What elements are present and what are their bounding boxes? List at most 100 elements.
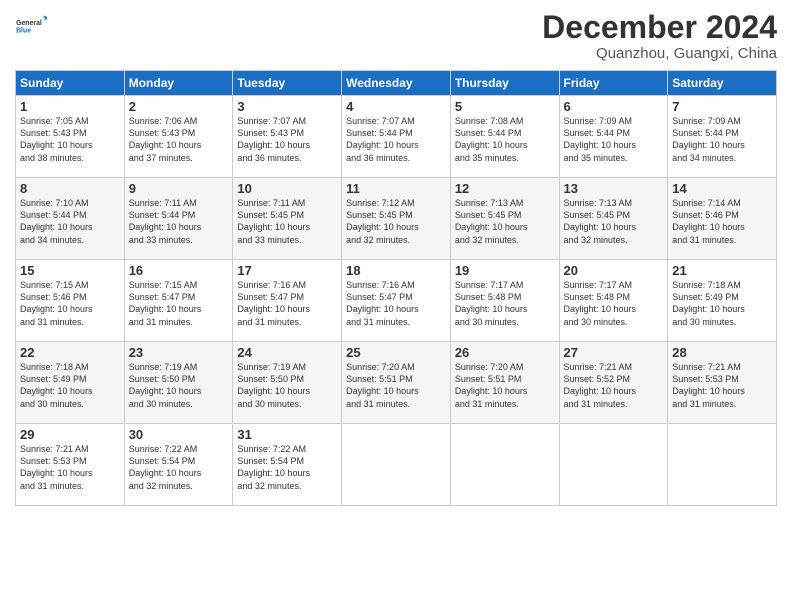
day-info: Sunrise: 7:18 AMSunset: 5:49 PMDaylight:… — [672, 279, 772, 328]
day-info: Sunrise: 7:11 AMSunset: 5:44 PMDaylight:… — [129, 197, 229, 246]
day-number: 5 — [455, 99, 555, 114]
table-row: 17Sunrise: 7:16 AMSunset: 5:47 PMDayligh… — [233, 260, 342, 342]
logo-svg: General Blue — [15, 10, 47, 42]
day-info: Sunrise: 7:19 AMSunset: 5:50 PMDaylight:… — [129, 361, 229, 410]
day-number: 26 — [455, 345, 555, 360]
day-number: 1 — [20, 99, 120, 114]
day-info: Sunrise: 7:12 AMSunset: 5:45 PMDaylight:… — [346, 197, 446, 246]
table-row — [342, 424, 451, 506]
day-info: Sunrise: 7:20 AMSunset: 5:51 PMDaylight:… — [346, 361, 446, 410]
day-number: 19 — [455, 263, 555, 278]
table-row: 16Sunrise: 7:15 AMSunset: 5:47 PMDayligh… — [124, 260, 233, 342]
day-info: Sunrise: 7:21 AMSunset: 5:52 PMDaylight:… — [564, 361, 664, 410]
table-row: 11Sunrise: 7:12 AMSunset: 5:45 PMDayligh… — [342, 178, 451, 260]
location: Quanzhou, Guangxi, China — [542, 45, 777, 62]
day-info: Sunrise: 7:18 AMSunset: 5:49 PMDaylight:… — [20, 361, 120, 410]
table-row: 4Sunrise: 7:07 AMSunset: 5:44 PMDaylight… — [342, 96, 451, 178]
title-section: December 2024 Quanzhou, Guangxi, China — [542, 10, 777, 62]
day-number: 22 — [20, 345, 120, 360]
day-info: Sunrise: 7:06 AMSunset: 5:43 PMDaylight:… — [129, 115, 229, 164]
day-info: Sunrise: 7:07 AMSunset: 5:43 PMDaylight:… — [237, 115, 337, 164]
day-info: Sunrise: 7:16 AMSunset: 5:47 PMDaylight:… — [237, 279, 337, 328]
day-number: 15 — [20, 263, 120, 278]
table-row: 24Sunrise: 7:19 AMSunset: 5:50 PMDayligh… — [233, 342, 342, 424]
day-number: 31 — [237, 427, 337, 442]
table-row: 10Sunrise: 7:11 AMSunset: 5:45 PMDayligh… — [233, 178, 342, 260]
day-info: Sunrise: 7:21 AMSunset: 5:53 PMDaylight:… — [672, 361, 772, 410]
header-wednesday: Wednesday — [342, 71, 451, 96]
month-title: December 2024 — [542, 10, 777, 45]
table-row: 9Sunrise: 7:11 AMSunset: 5:44 PMDaylight… — [124, 178, 233, 260]
table-row: 22Sunrise: 7:18 AMSunset: 5:49 PMDayligh… — [16, 342, 125, 424]
day-number: 6 — [564, 99, 664, 114]
day-number: 13 — [564, 181, 664, 196]
table-row: 26Sunrise: 7:20 AMSunset: 5:51 PMDayligh… — [450, 342, 559, 424]
day-number: 27 — [564, 345, 664, 360]
day-info: Sunrise: 7:17 AMSunset: 5:48 PMDaylight:… — [564, 279, 664, 328]
svg-text:General: General — [16, 20, 42, 27]
day-info: Sunrise: 7:13 AMSunset: 5:45 PMDaylight:… — [564, 197, 664, 246]
day-number: 21 — [672, 263, 772, 278]
day-number: 28 — [672, 345, 772, 360]
table-row: 31Sunrise: 7:22 AMSunset: 5:54 PMDayligh… — [233, 424, 342, 506]
day-info: Sunrise: 7:09 AMSunset: 5:44 PMDaylight:… — [564, 115, 664, 164]
table-row: 23Sunrise: 7:19 AMSunset: 5:50 PMDayligh… — [124, 342, 233, 424]
table-row: 12Sunrise: 7:13 AMSunset: 5:45 PMDayligh… — [450, 178, 559, 260]
table-row: 7Sunrise: 7:09 AMSunset: 5:44 PMDaylight… — [668, 96, 777, 178]
day-info: Sunrise: 7:14 AMSunset: 5:46 PMDaylight:… — [672, 197, 772, 246]
day-number: 2 — [129, 99, 229, 114]
day-number: 18 — [346, 263, 446, 278]
day-info: Sunrise: 7:11 AMSunset: 5:45 PMDaylight:… — [237, 197, 337, 246]
table-row: 18Sunrise: 7:16 AMSunset: 5:47 PMDayligh… — [342, 260, 451, 342]
table-row: 19Sunrise: 7:17 AMSunset: 5:48 PMDayligh… — [450, 260, 559, 342]
table-row: 8Sunrise: 7:10 AMSunset: 5:44 PMDaylight… — [16, 178, 125, 260]
table-row: 21Sunrise: 7:18 AMSunset: 5:49 PMDayligh… — [668, 260, 777, 342]
table-row: 13Sunrise: 7:13 AMSunset: 5:45 PMDayligh… — [559, 178, 668, 260]
day-number: 17 — [237, 263, 337, 278]
table-row: 25Sunrise: 7:20 AMSunset: 5:51 PMDayligh… — [342, 342, 451, 424]
header-thursday: Thursday — [450, 71, 559, 96]
day-number: 29 — [20, 427, 120, 442]
day-number: 10 — [237, 181, 337, 196]
day-number: 25 — [346, 345, 446, 360]
day-info: Sunrise: 7:19 AMSunset: 5:50 PMDaylight:… — [237, 361, 337, 410]
table-row: 20Sunrise: 7:17 AMSunset: 5:48 PMDayligh… — [559, 260, 668, 342]
logo: General Blue — [15, 10, 47, 42]
day-info: Sunrise: 7:15 AMSunset: 5:46 PMDaylight:… — [20, 279, 120, 328]
table-row: 2Sunrise: 7:06 AMSunset: 5:43 PMDaylight… — [124, 96, 233, 178]
day-info: Sunrise: 7:16 AMSunset: 5:47 PMDaylight:… — [346, 279, 446, 328]
day-number: 8 — [20, 181, 120, 196]
table-row: 5Sunrise: 7:08 AMSunset: 5:44 PMDaylight… — [450, 96, 559, 178]
day-number: 4 — [346, 99, 446, 114]
day-info: Sunrise: 7:13 AMSunset: 5:45 PMDaylight:… — [455, 197, 555, 246]
table-row: 30Sunrise: 7:22 AMSunset: 5:54 PMDayligh… — [124, 424, 233, 506]
day-info: Sunrise: 7:10 AMSunset: 5:44 PMDaylight:… — [20, 197, 120, 246]
table-row: 6Sunrise: 7:09 AMSunset: 5:44 PMDaylight… — [559, 96, 668, 178]
day-info: Sunrise: 7:21 AMSunset: 5:53 PMDaylight:… — [20, 443, 120, 492]
svg-text:Blue: Blue — [16, 27, 31, 34]
day-number: 11 — [346, 181, 446, 196]
table-row: 27Sunrise: 7:21 AMSunset: 5:52 PMDayligh… — [559, 342, 668, 424]
table-row: 3Sunrise: 7:07 AMSunset: 5:43 PMDaylight… — [233, 96, 342, 178]
header-friday: Friday — [559, 71, 668, 96]
table-row: 29Sunrise: 7:21 AMSunset: 5:53 PMDayligh… — [16, 424, 125, 506]
day-number: 7 — [672, 99, 772, 114]
day-info: Sunrise: 7:15 AMSunset: 5:47 PMDaylight:… — [129, 279, 229, 328]
day-number: 12 — [455, 181, 555, 196]
day-info: Sunrise: 7:22 AMSunset: 5:54 PMDaylight:… — [129, 443, 229, 492]
day-info: Sunrise: 7:22 AMSunset: 5:54 PMDaylight:… — [237, 443, 337, 492]
day-number: 14 — [672, 181, 772, 196]
day-number: 23 — [129, 345, 229, 360]
day-info: Sunrise: 7:09 AMSunset: 5:44 PMDaylight:… — [672, 115, 772, 164]
header-sunday: Sunday — [16, 71, 125, 96]
table-row — [668, 424, 777, 506]
day-info: Sunrise: 7:08 AMSunset: 5:44 PMDaylight:… — [455, 115, 555, 164]
calendar: SundayMondayTuesdayWednesdayThursdayFrid… — [15, 70, 777, 506]
table-row: 1Sunrise: 7:05 AMSunset: 5:43 PMDaylight… — [16, 96, 125, 178]
day-number: 3 — [237, 99, 337, 114]
day-number: 16 — [129, 263, 229, 278]
day-info: Sunrise: 7:07 AMSunset: 5:44 PMDaylight:… — [346, 115, 446, 164]
header-saturday: Saturday — [668, 71, 777, 96]
header-monday: Monday — [124, 71, 233, 96]
day-number: 9 — [129, 181, 229, 196]
